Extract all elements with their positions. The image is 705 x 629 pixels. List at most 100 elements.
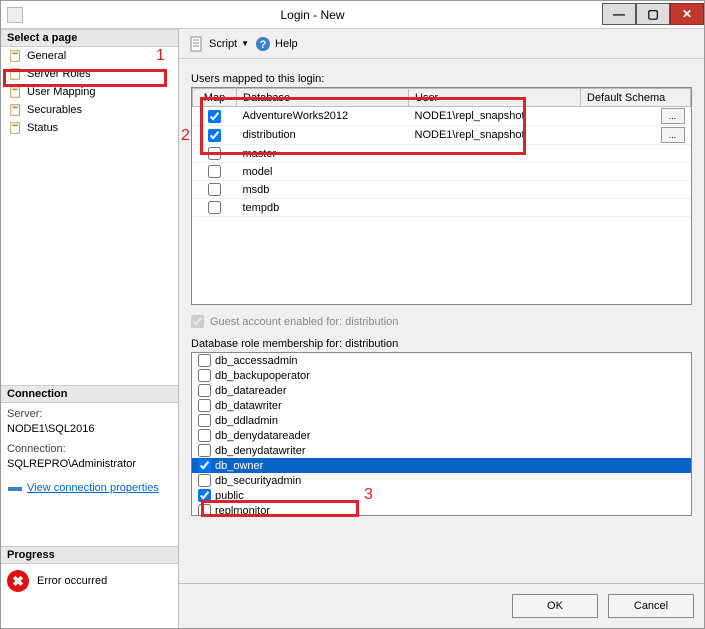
- map-checkbox[interactable]: [208, 165, 221, 178]
- select-page-header: Select a page: [1, 29, 178, 47]
- close-button[interactable]: ✕: [670, 3, 704, 25]
- cell-schema: [581, 199, 691, 217]
- map-checkbox[interactable]: [208, 183, 221, 196]
- cell-user: [409, 199, 581, 217]
- progress-header: Progress: [1, 546, 178, 564]
- help-label: Help: [275, 38, 298, 50]
- role-label: db_owner: [215, 460, 263, 472]
- role-label: public: [215, 490, 244, 502]
- role-label: db_backupoperator: [215, 370, 310, 382]
- sidebar-page-label: General: [27, 50, 66, 62]
- role-item[interactable]: db_accessadmin: [192, 353, 691, 368]
- role-checkbox[interactable]: [198, 354, 211, 367]
- view-connection-properties-label: View connection properties: [27, 481, 159, 496]
- col-database[interactable]: Database: [237, 89, 409, 107]
- table-row[interactable]: model: [193, 163, 691, 181]
- role-checkbox[interactable]: [198, 384, 211, 397]
- cancel-button[interactable]: Cancel: [608, 594, 694, 618]
- map-checkbox[interactable]: [208, 110, 221, 123]
- guest-label: Guest account enabled for: distribution: [210, 316, 398, 328]
- minimize-button[interactable]: —: [602, 3, 636, 25]
- role-checkbox[interactable]: [198, 504, 211, 516]
- role-checkbox[interactable]: [198, 399, 211, 412]
- sidebar-page-label: Server Roles: [27, 68, 91, 80]
- role-checkbox[interactable]: [198, 429, 211, 442]
- connection-block: Server: NODE1\SQL2016 Connection: SQLREP…: [1, 403, 178, 506]
- map-checkbox[interactable]: [208, 201, 221, 214]
- role-checkbox[interactable]: [198, 489, 211, 502]
- map-checkbox[interactable]: [208, 129, 221, 142]
- role-label: replmonitor: [215, 505, 270, 517]
- view-connection-properties-link[interactable]: View connection properties: [7, 481, 159, 497]
- help-button[interactable]: ? Help: [255, 36, 298, 52]
- table-row[interactable]: AdventureWorks2012NODE1\repl_snapshot...: [193, 107, 691, 126]
- script-button[interactable]: Script ▼: [189, 36, 249, 52]
- sidebar-page-item[interactable]: Securables: [1, 101, 178, 119]
- role-checkbox[interactable]: [198, 444, 211, 457]
- sidebar-page-item[interactable]: Server Roles: [1, 65, 178, 83]
- role-item[interactable]: db_ddladmin: [192, 413, 691, 428]
- cell-schema: [581, 181, 691, 199]
- guest-checkbox: [191, 315, 204, 328]
- role-item[interactable]: db_datawriter: [192, 398, 691, 413]
- role-checkbox[interactable]: [198, 459, 211, 472]
- cell-schema: ...: [581, 107, 691, 126]
- cell-database: distribution: [237, 126, 409, 145]
- table-row[interactable]: tempdb: [193, 199, 691, 217]
- role-item[interactable]: db_datareader: [192, 383, 691, 398]
- role-item[interactable]: db_denydatareader: [192, 428, 691, 443]
- role-label: db_denydatawriter: [215, 445, 306, 457]
- cell-user: [409, 181, 581, 199]
- titlebar: Login - New — ▢ ✕: [1, 1, 704, 29]
- role-item[interactable]: db_securityadmin: [192, 473, 691, 488]
- users-mapped-grid[interactable]: Map Database User Default Schema Adventu…: [191, 87, 692, 305]
- map-checkbox[interactable]: [208, 147, 221, 160]
- role-item[interactable]: replmonitor: [192, 503, 691, 516]
- cell-schema: [581, 163, 691, 181]
- role-label: db_ddladmin: [215, 415, 278, 427]
- role-label: db_accessadmin: [215, 355, 298, 367]
- sidebar-page-label: User Mapping: [27, 86, 95, 98]
- role-list[interactable]: db_accessadmin db_backupoperator db_datare…: [191, 352, 692, 516]
- connection-header: Connection: [1, 385, 178, 403]
- role-item[interactable]: public: [192, 488, 691, 503]
- role-item[interactable]: db_backupoperator: [192, 368, 691, 383]
- maximize-button[interactable]: ▢: [636, 3, 670, 25]
- col-map[interactable]: Map: [193, 89, 237, 107]
- table-row[interactable]: master: [193, 145, 691, 163]
- role-item[interactable]: db_owner: [192, 458, 691, 473]
- ok-button[interactable]: OK: [512, 594, 598, 618]
- footer: OK Cancel: [179, 583, 704, 628]
- script-label: Script: [209, 38, 237, 50]
- role-checkbox[interactable]: [198, 474, 211, 487]
- body: Select a page General Server Roles User Ma…: [1, 29, 704, 628]
- table-row[interactable]: distributionNODE1\repl_snapshot...: [193, 126, 691, 145]
- role-checkbox[interactable]: [198, 369, 211, 382]
- sidebar-page-label: Status: [27, 122, 58, 134]
- users-mapped-label: Users mapped to this login:: [191, 73, 692, 85]
- progress-block: ✖ Error occurred: [1, 564, 178, 598]
- role-label: db_denydatareader: [215, 430, 310, 442]
- schema-ellipsis-button[interactable]: ...: [661, 127, 685, 143]
- col-user[interactable]: User: [409, 89, 581, 107]
- window: Login - New — ▢ ✕ Select a page GeneralS…: [0, 0, 705, 629]
- window-icon: [7, 7, 23, 23]
- help-icon: ?: [255, 36, 271, 52]
- toolbar: Script ▼ ? Help: [179, 29, 704, 59]
- window-title: Login - New: [23, 8, 602, 22]
- schema-ellipsis-button[interactable]: ...: [661, 108, 685, 124]
- sidebar-page-item[interactable]: User Mapping: [1, 83, 178, 101]
- role-item[interactable]: db_denydatawriter: [192, 443, 691, 458]
- sidebar-page-item[interactable]: Status: [1, 119, 178, 137]
- cell-schema: ...: [581, 126, 691, 145]
- cell-database: model: [237, 163, 409, 181]
- role-checkbox[interactable]: [198, 414, 211, 427]
- table-row[interactable]: msdb: [193, 181, 691, 199]
- col-schema[interactable]: Default Schema: [581, 89, 691, 107]
- sidebar-page-item[interactable]: General: [1, 47, 178, 65]
- page-list: General Server Roles User Mapping Securable…: [1, 47, 178, 137]
- cell-user: [409, 145, 581, 163]
- server-label: Server:: [7, 407, 172, 422]
- chevron-down-icon: ▼: [241, 39, 249, 48]
- role-label: db_datareader: [215, 385, 287, 397]
